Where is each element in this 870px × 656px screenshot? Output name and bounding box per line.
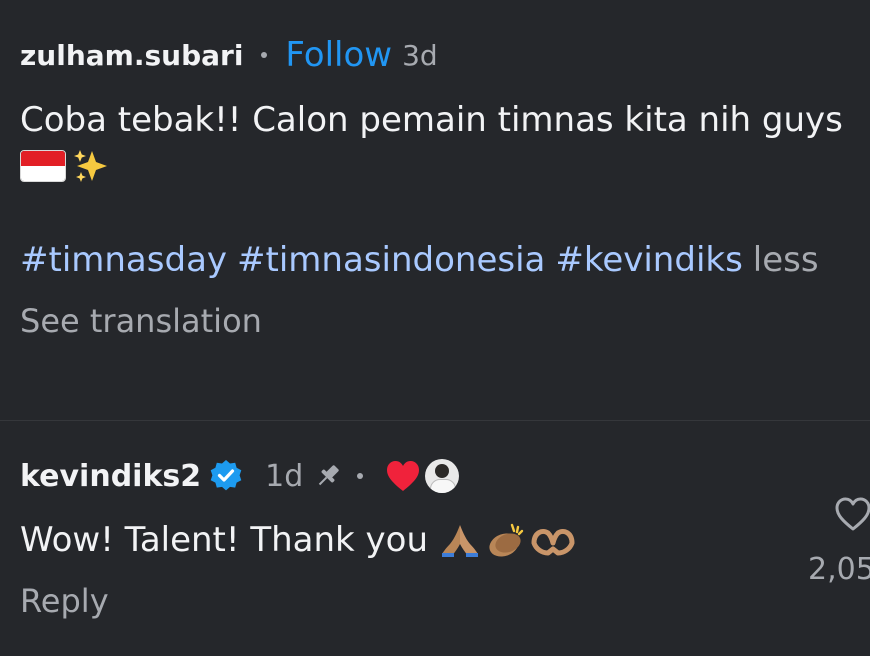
comment-thread: zulham.subari Follow 3d Coba tebak!! Cal… [0, 0, 870, 656]
red-heart-icon [387, 461, 420, 491]
caption-text: Coba tebak!! Calon pemain timnas kita ni… [20, 100, 843, 140]
less-button[interactable]: less [753, 240, 819, 280]
follow-button[interactable]: Follow [285, 35, 392, 75]
see-translation-button[interactable]: See translation [20, 302, 860, 340]
clapping-hands-icon [489, 523, 524, 557]
verified-badge-icon [210, 460, 242, 491]
post-caption: zulham.subari Follow 3d Coba tebak!! Cal… [20, 30, 860, 340]
comment-time: 1d [265, 458, 304, 494]
separator-dot [357, 473, 364, 479]
reply-button[interactable]: Reply [20, 582, 860, 620]
heart-hands-icon [531, 528, 575, 556]
like-count: 2,05 [808, 552, 870, 587]
pin-icon [319, 465, 339, 486]
hashtag-row: #timnasday #timnasindonesia #kevindiks less [20, 240, 860, 280]
indonesia-flag-icon [20, 150, 66, 182]
comment-header: kevindiks2 1d [20, 448, 860, 504]
hashtag-link[interactable]: #kevindiks [555, 240, 742, 280]
post-username[interactable]: zulham.subari [20, 39, 243, 72]
comment-text: Wow! Talent! Thank you [20, 520, 428, 560]
praying-hands-icon [442, 525, 478, 557]
divider [0, 420, 870, 421]
caption-emojis [20, 146, 860, 186]
post-time: 3d [402, 38, 438, 72]
hashtag-link[interactable]: #timnasindonesia [237, 240, 545, 280]
comment: kevindiks2 1d Wow! Talent! Thank you Rep… [20, 448, 860, 620]
separator-dot [261, 52, 268, 58]
comment-emojis [438, 521, 576, 559]
creator-avatar [425, 459, 460, 493]
comment-username[interactable]: kevindiks2 [20, 459, 201, 494]
comment-text-row: Wow! Talent! Thank you [20, 520, 860, 560]
post-header: zulham.subari Follow 3d [20, 30, 860, 80]
sparkles-icon [72, 147, 110, 185]
heart-outline-icon[interactable] [834, 496, 870, 532]
hashtag-link[interactable]: #timnasday [20, 240, 227, 280]
